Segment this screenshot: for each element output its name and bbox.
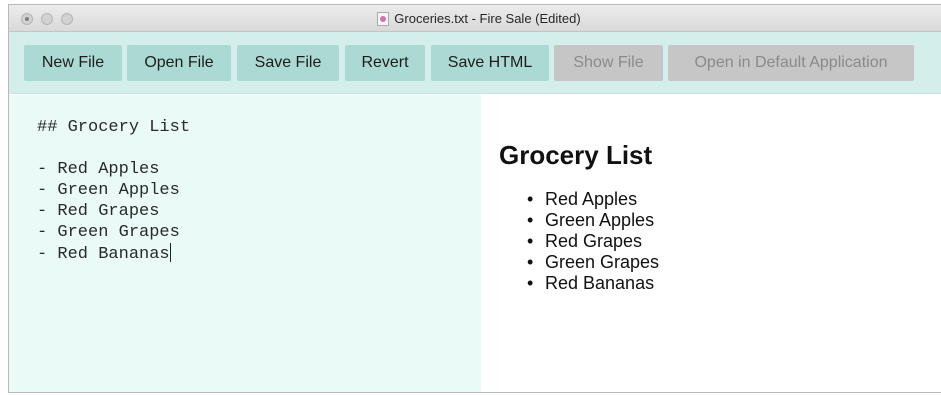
markdown-line: - Green Grapes — [37, 223, 180, 242]
text-document-icon — [377, 11, 390, 26]
open-in-default-application-button[interactable]: Open in Default Application — [668, 45, 914, 81]
markdown-heading-line: ## Grocery List — [37, 118, 191, 137]
preview-list-item: Red Bananas — [527, 273, 941, 294]
title-bar[interactable]: Groceries.txt - Fire Sale (Edited) — [9, 5, 941, 32]
markdown-line: - Green Apples — [37, 181, 180, 200]
preview-list-item: Green Grapes — [527, 252, 941, 273]
open-file-button[interactable]: Open File — [127, 45, 231, 81]
preview-heading: Grocery List — [499, 140, 653, 170]
app-window: Groceries.txt - Fire Sale (Edited) New F… — [8, 4, 941, 393]
markdown-line-text: - Red Bananas — [37, 245, 170, 264]
markdown-line-last: - Red Bananas — [37, 243, 481, 264]
text-caret — [169, 243, 171, 262]
save-html-button[interactable]: Save HTML — [431, 45, 549, 81]
preview-list-item: Red Apples — [527, 189, 941, 210]
markdown-editor[interactable]: ## Grocery List - Red Apples - Green App… — [9, 95, 481, 392]
markdown-line: - Red Apples — [37, 160, 160, 179]
revert-button[interactable]: Revert — [345, 45, 425, 81]
preview-list-item: Green Apples — [527, 210, 941, 231]
html-preview: Grocery List Red Apples Green Apples Red… — [481, 95, 941, 392]
new-file-button[interactable]: New File — [24, 45, 122, 81]
toolbar: New File Open File Save File Revert Save… — [9, 32, 941, 94]
save-file-button[interactable]: Save File — [237, 45, 339, 81]
window-title: Groceries.txt - Fire Sale (Edited) — [394, 11, 581, 26]
markdown-line: - Red Grapes — [37, 202, 160, 221]
window-title-group: Groceries.txt - Fire Sale (Edited) — [9, 5, 941, 32]
preview-list-item: Red Grapes — [527, 231, 941, 252]
preview-list: Red Apples Green Apples Red Grapes Green… — [499, 189, 941, 294]
show-file-button[interactable]: Show File — [554, 45, 663, 81]
